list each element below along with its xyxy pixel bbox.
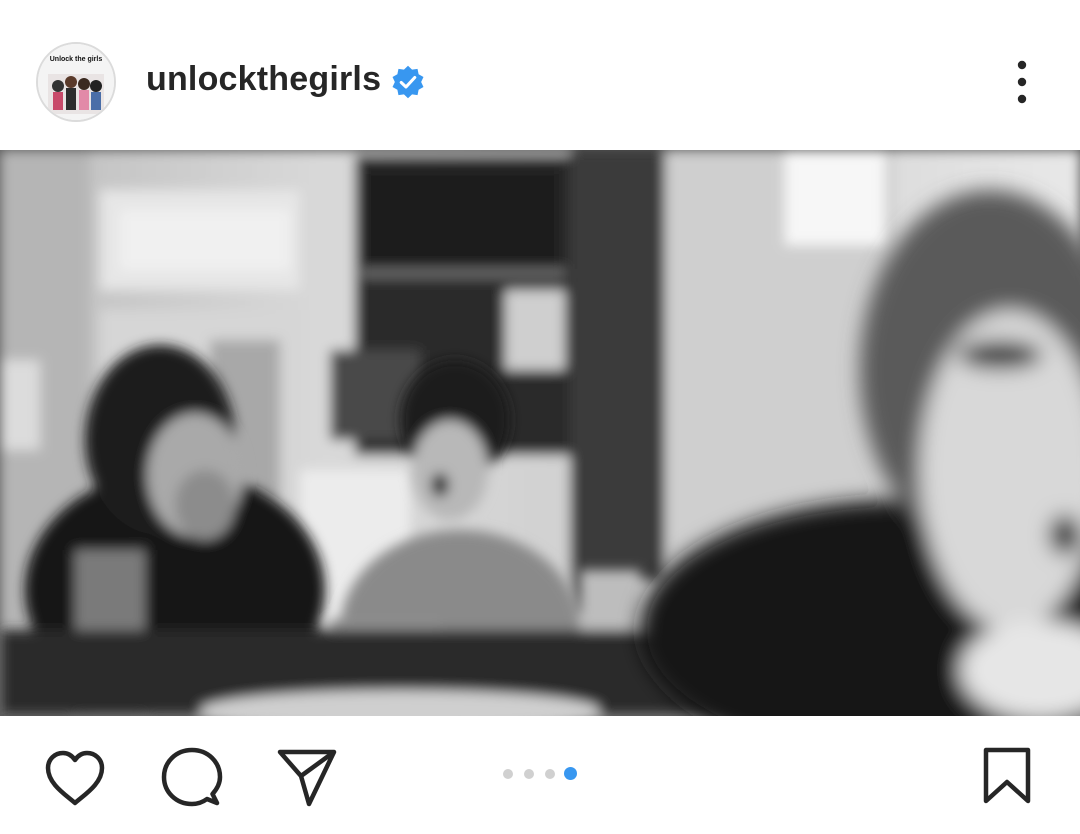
carousel-dot[interactable] (545, 769, 555, 779)
carousel-dot[interactable] (524, 769, 534, 779)
send-icon[interactable] (276, 748, 338, 808)
carousel-dot-active[interactable] (564, 767, 577, 780)
avatar[interactable]: Unlock the girls (36, 42, 116, 122)
heart-icon[interactable] (44, 750, 106, 808)
post-header: Unlock the girls unlockthegirls (0, 0, 1080, 150)
username[interactable]: unlockthegirls (146, 60, 381, 99)
carousel-dot[interactable] (503, 769, 513, 779)
verified-badge-icon (392, 65, 424, 99)
avatar-logo-text: Unlock the girls (49, 56, 103, 63)
post-actions (0, 716, 1080, 834)
comment-icon[interactable] (160, 746, 224, 810)
more-vertical-icon[interactable] (1004, 58, 1040, 106)
bookmark-icon[interactable] (982, 746, 1032, 806)
post-photo[interactable] (0, 150, 1080, 716)
photo-image (0, 150, 1080, 716)
